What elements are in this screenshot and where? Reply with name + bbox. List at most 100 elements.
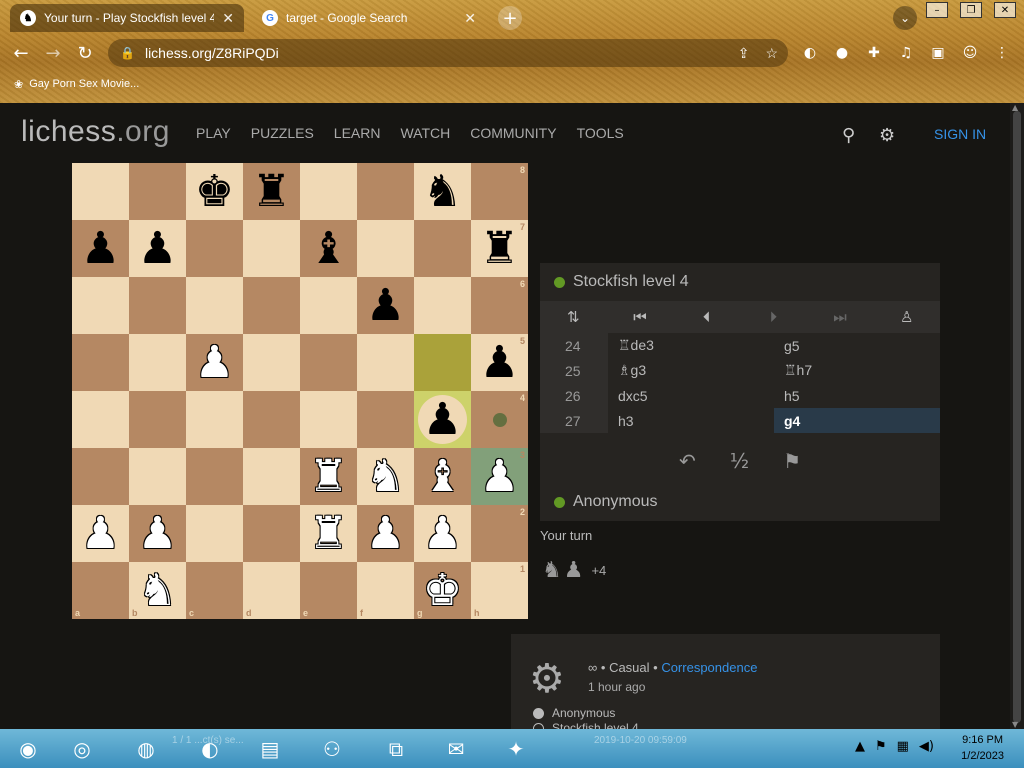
chevron-down-icon[interactable]: ⌄ [893,6,917,30]
scroll-thumb[interactable] [1013,111,1021,723]
square-d5[interactable] [243,334,300,391]
white-move[interactable]: ♖de3 [608,333,774,358]
square-c5[interactable]: ♟ [186,334,243,391]
square-c4[interactable] [186,391,243,448]
square-h4[interactable]: 4 [471,391,528,448]
black-rook-icon[interactable]: ♜ [252,169,291,214]
square-f7[interactable] [357,220,414,277]
square-a5[interactable] [72,334,129,391]
black-pawn-icon[interactable]: ♟ [138,226,177,271]
square-h8[interactable]: 8 [471,163,528,220]
black-knight-icon[interactable]: ♞ [423,169,462,214]
square-g2[interactable]: ♟ [414,505,471,562]
square-g7[interactable] [414,220,471,277]
square-e3[interactable]: ♜ [300,448,357,505]
square-c8[interactable]: ♚ [186,163,243,220]
address-bar[interactable]: 🔒 lichess.org/Z8RiPQDi ⇪ ☆ [108,39,788,67]
reload-icon[interactable]: ↻ [74,42,96,64]
close-window-button[interactable]: ✕ [994,2,1016,18]
square-e6[interactable] [300,277,357,334]
square-b6[interactable] [129,277,186,334]
bookmark-item[interactable]: ❀ Gay Porn Sex Movie... [14,72,139,96]
square-h7[interactable]: ♜ 7 [471,220,528,277]
messenger-icon[interactable]: ✦ [496,732,536,765]
bottom-player[interactable]: Anonymous [554,493,658,511]
black-pawn-icon[interactable]: ♟ [81,226,120,271]
site-logo[interactable]: lichess.org [21,115,170,149]
back-arrow-icon[interactable]: ← [10,42,32,64]
network-icon[interactable]: ▦ [897,739,909,754]
white-pawn-icon[interactable]: ♟ [138,511,177,556]
square-e5[interactable] [300,334,357,391]
menu-icon[interactable]: ⋮ [992,43,1012,63]
square-a3[interactable] [72,448,129,505]
volume-icon[interactable]: ◀) [919,739,934,754]
square-b8[interactable] [129,163,186,220]
square-d8[interactable]: ♜ [243,163,300,220]
square-c7[interactable] [186,220,243,277]
last-move-icon[interactable]: ⏭ [807,301,874,333]
black-king-icon[interactable]: ♚ [195,169,234,214]
firefox-icon[interactable]: ◍ [126,732,166,765]
app-icon[interactable]: ✉ [436,732,476,765]
square-f8[interactable] [357,163,414,220]
square-a2[interactable]: ♟ [72,505,129,562]
white-pawn-icon[interactable]: ♟ [195,340,234,385]
square-h5[interactable]: ♟ 5 [471,334,528,391]
system-clock[interactable]: 9:16 PM 1/2/2023 [961,732,1004,764]
black-move-active[interactable]: g4 [774,408,940,433]
square-e1[interactable]: e [300,562,357,619]
nav-learn[interactable]: LEARN [334,125,381,141]
white-move[interactable]: h3 [608,408,774,433]
white-pawn-icon[interactable]: ♟ [480,454,519,499]
media-icon[interactable]: ♫ [896,43,916,63]
nav-puzzles[interactable]: PUZZLES [251,125,314,141]
restore-button[interactable]: ❐ [960,2,982,18]
white-move[interactable]: dxc5 [608,383,774,408]
black-pawn-icon[interactable]: ♟ [366,283,405,328]
square-h6[interactable]: 6 [471,277,528,334]
resign-flag-icon[interactable]: ⚑ [783,449,801,473]
puzzle-icon[interactable]: ✚ [864,43,884,63]
flag-icon[interactable]: ⚑ [875,739,887,754]
analysis-icon[interactable]: ♙ [873,301,940,333]
minimize-button[interactable]: – [926,2,948,18]
square-g8[interactable]: ♞ [414,163,471,220]
close-icon[interactable]: ✕ [222,10,234,27]
variant-link[interactable]: Correspondence [661,660,757,675]
info-player-1[interactable]: Anonymous [533,706,615,720]
square-a4[interactable] [72,391,129,448]
square-d2[interactable] [243,505,300,562]
search-icon[interactable]: ⚲ [842,125,855,146]
forward-arrow-icon[interactable]: → [42,42,64,64]
square-b1[interactable]: ♞ b [129,562,186,619]
7zip-icon[interactable]: ⧉ [376,732,416,765]
black-move[interactable]: g5 [774,333,940,358]
tray-arrow-icon[interactable]: ▲ [855,739,865,754]
square-b4[interactable] [129,391,186,448]
square-c1[interactable]: c [186,562,243,619]
white-rook-icon[interactable]: ♜ [309,511,348,556]
white-knight-icon[interactable]: ♞ [366,454,405,499]
black-move[interactable]: h5 [774,383,940,408]
chess-board[interactable]: ♚ ♜ ♞ 8 ♟ ♟ ♝ ♜ 7 ♟ 6 ♟ ♟ 5 ♟ 4 ♜ ♞ ♝ ♟ 3 ♟ ♟ ♜ ♟ ♟ 2 a ♞ b c d e f ♚ g 1 h [72,163,528,619]
white-pawn-icon[interactable]: ♟ [423,511,462,556]
square-e4[interactable] [300,391,357,448]
square-d7[interactable] [243,220,300,277]
app-logo-icon[interactable]: ◐ [190,732,230,765]
square-h3[interactable]: ♟ 3 [471,448,528,505]
black-rook-icon[interactable]: ♜ [480,226,519,271]
black-move[interactable]: ♖h7 [774,358,940,383]
star-icon[interactable]: ☆ [765,45,778,62]
square-a7[interactable]: ♟ [72,220,129,277]
square-e8[interactable] [300,163,357,220]
white-rook-icon[interactable]: ♜ [309,454,348,499]
square-e7[interactable]: ♝ [300,220,357,277]
square-f4[interactable] [357,391,414,448]
square-h1[interactable]: 1h [471,562,528,619]
white-knight-icon[interactable]: ♞ [138,568,177,613]
square-d6[interactable] [243,277,300,334]
square-f5[interactable] [357,334,414,391]
sign-in-link[interactable]: SIGN IN [934,126,986,142]
square-c6[interactable] [186,277,243,334]
